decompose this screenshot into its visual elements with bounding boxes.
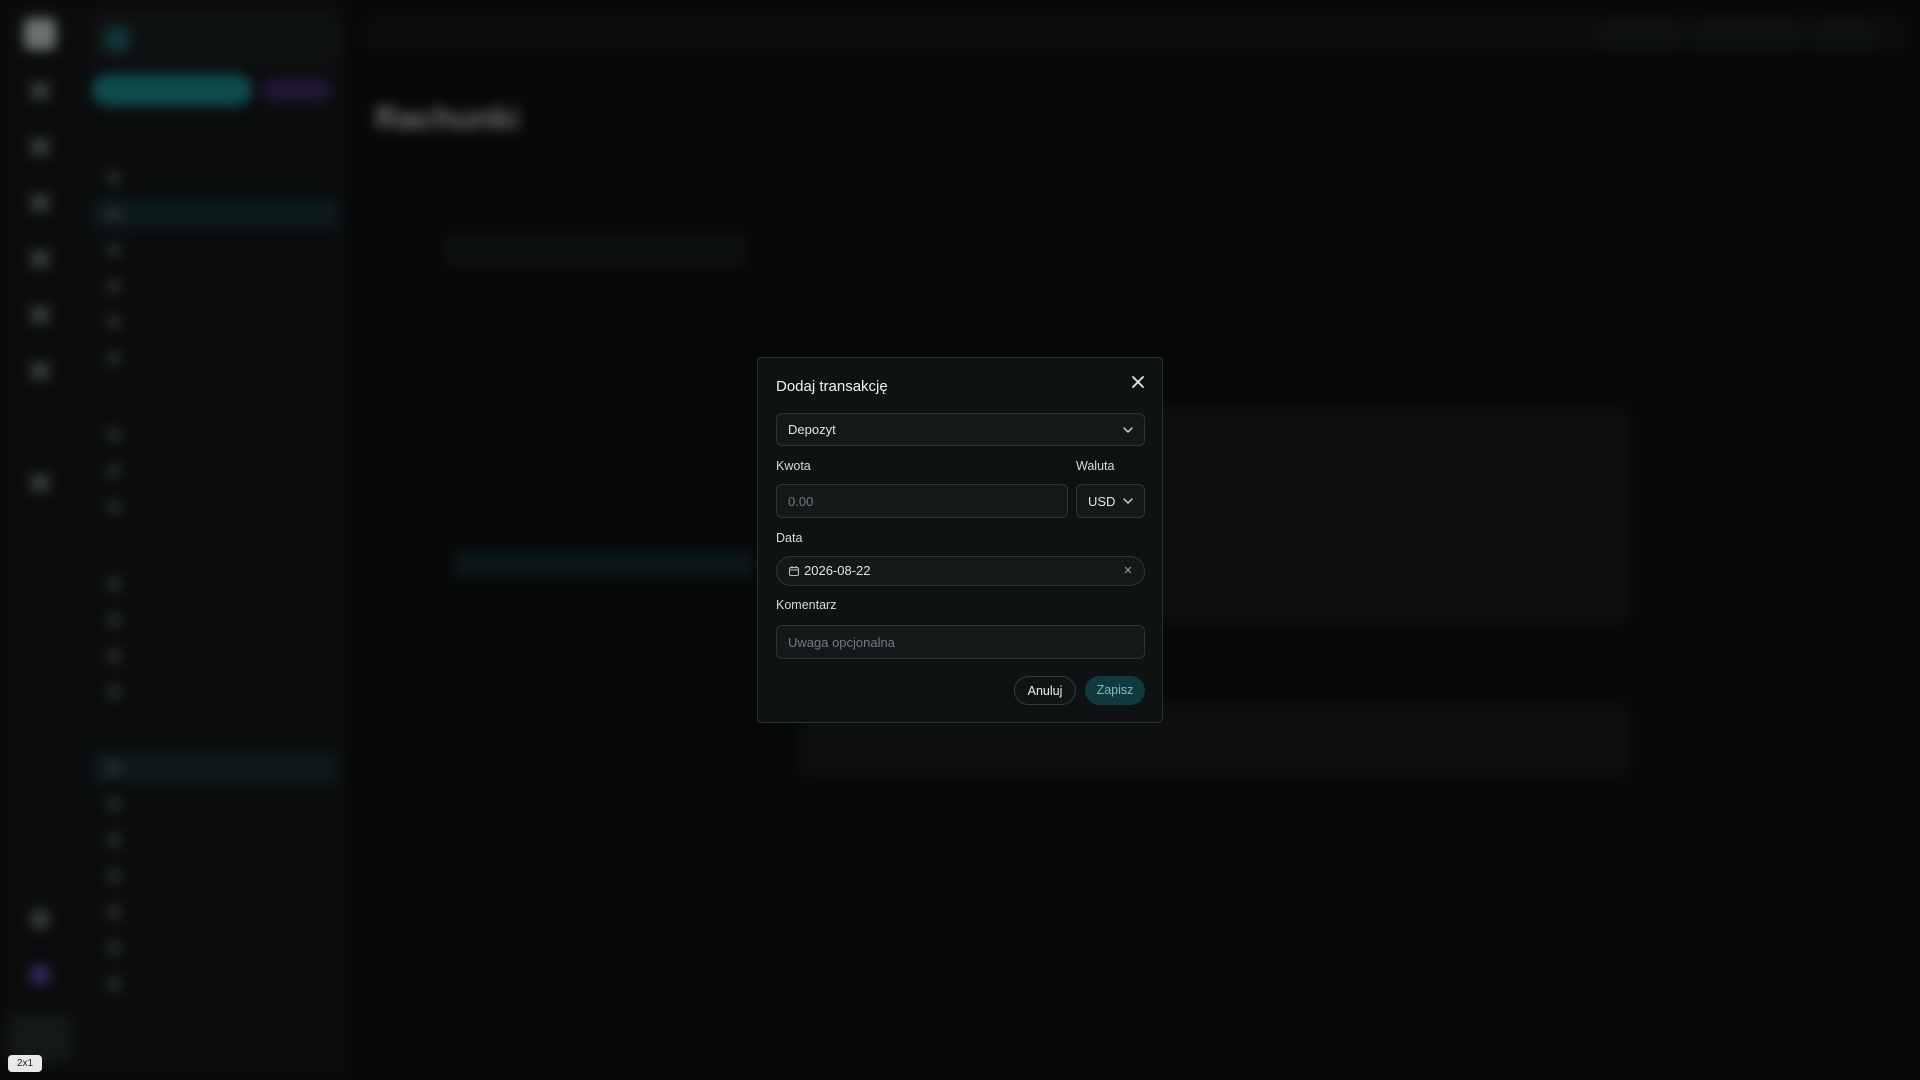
currency-select[interactable]: USD <box>1076 484 1145 518</box>
date-value: 2026-08-22 <box>804 563 871 578</box>
comment-input[interactable] <box>776 625 1145 659</box>
cancel-button[interactable]: Anuluj <box>1014 676 1076 705</box>
zoom-badge: 2x1 <box>8 1055 42 1072</box>
amount-input[interactable] <box>776 484 1068 518</box>
transaction-type-select[interactable]: Depozyt <box>776 413 1145 446</box>
date-picker[interactable]: 2026-08-22 ✕ <box>776 556 1145 586</box>
chevron-down-icon <box>1122 424 1134 436</box>
date-label: Data <box>776 531 803 545</box>
save-button[interactable]: Zapisz <box>1085 676 1145 705</box>
chevron-down-icon <box>1122 495 1134 507</box>
close-icon[interactable] <box>1128 372 1148 392</box>
add-transaction-dialog: Dodaj transakcję Depozyt Kwota Waluta US… <box>757 357 1163 723</box>
comment-label: Komentarz <box>776 598 837 612</box>
transaction-type-value: Depozyt <box>788 422 836 437</box>
clear-icon[interactable]: ✕ <box>1122 565 1134 577</box>
dialog-title: Dodaj transakcję <box>776 378 888 395</box>
currency-value: USD <box>1088 494 1116 509</box>
calendar-icon <box>788 565 800 577</box>
amount-label: Kwota <box>776 459 811 473</box>
currency-label: Waluta <box>1076 459 1115 473</box>
